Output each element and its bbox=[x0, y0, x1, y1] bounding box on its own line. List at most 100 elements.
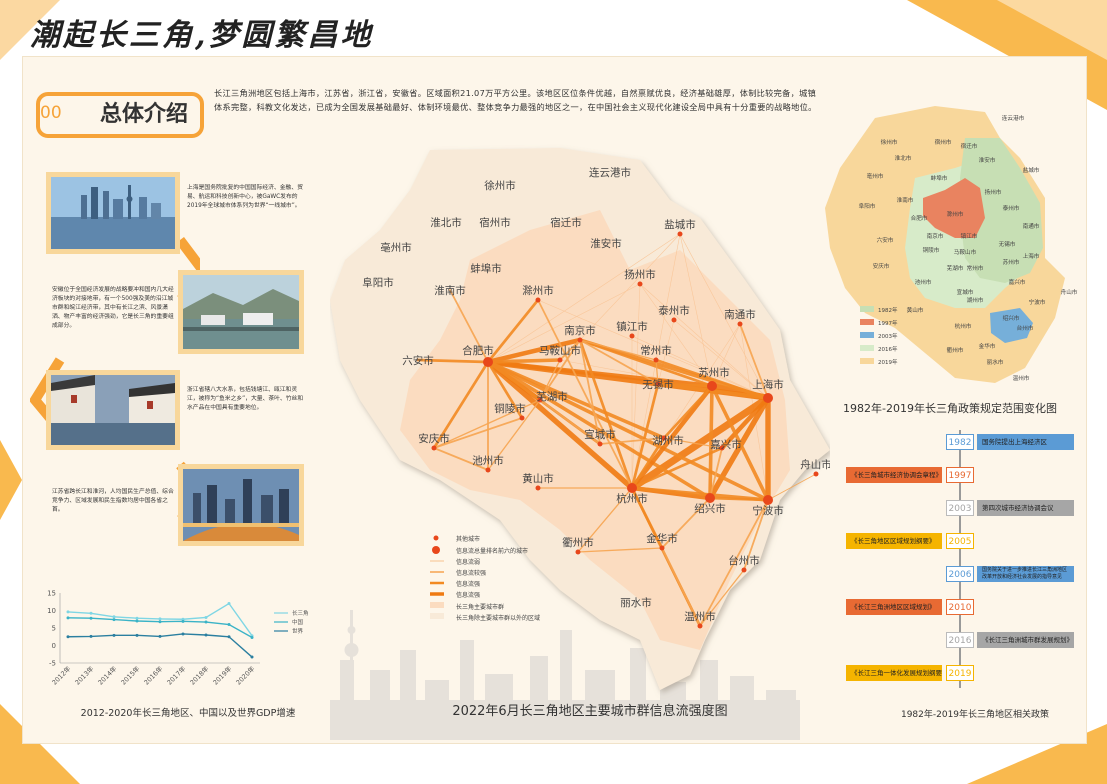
city-label: 杭州市 bbox=[616, 492, 648, 505]
mini-map-city-label: 温州市 bbox=[1013, 374, 1030, 382]
timeline-policy: 《长江三角洲城市群发展规划》 bbox=[977, 632, 1074, 648]
mini-map-city-label: 合肥市 bbox=[911, 214, 928, 222]
series-point bbox=[250, 635, 254, 639]
flow-line bbox=[486, 358, 562, 364]
city-label: 芜湖市 bbox=[536, 390, 568, 403]
series-point bbox=[135, 619, 139, 623]
city-label: 金华市 bbox=[646, 532, 678, 545]
card-caption-zhejiang: 浙江省辖八大水系，包括钱塘江、瓯江和灵江，被称为“鱼米之乡”，大量、茶叶、竹丝和… bbox=[187, 387, 304, 411]
photo-card-zhejiang bbox=[46, 370, 180, 450]
city-dot bbox=[485, 467, 491, 473]
city-dot bbox=[705, 493, 715, 503]
mini-map-city-label: 嘉兴市 bbox=[1009, 278, 1026, 286]
corner-decoration-left-mid bbox=[0, 440, 22, 520]
city-label: 盐城市 bbox=[664, 218, 696, 231]
photo-card-jiangsu bbox=[178, 464, 304, 546]
mini-map-city-label: 宿州市 bbox=[935, 138, 952, 146]
mini-map-city-label: 南通市 bbox=[1023, 222, 1040, 230]
series-point bbox=[89, 616, 93, 620]
timeline-policy: 国务院关于进一步推进长江三角洲地区改革开放和经济社会发展的指导意见 bbox=[977, 566, 1074, 582]
city-label: 常州市 bbox=[640, 344, 672, 357]
city-label: 马鞍山市 bbox=[539, 344, 581, 357]
city-label: 池州市 bbox=[472, 454, 504, 467]
timeline-year: 2016 bbox=[946, 632, 974, 648]
city-label: 徐州市 bbox=[484, 179, 516, 192]
series-point bbox=[181, 632, 185, 636]
city-dot bbox=[629, 333, 635, 339]
city-dot bbox=[671, 317, 677, 323]
mini-map-city-label: 徐州市 bbox=[881, 138, 898, 146]
legend-top-six: 信息流总量排名前六的城市 bbox=[456, 548, 529, 555]
city-dot bbox=[707, 381, 717, 391]
city-label: 湖州市 bbox=[652, 434, 684, 447]
city-dot bbox=[519, 415, 525, 421]
timeline-policy: 《长三角地区区域规划纲要》 bbox=[846, 533, 942, 549]
mini-map-city-label: 池州市 bbox=[915, 278, 932, 286]
x-tick-label: 2019年 bbox=[211, 664, 234, 687]
mini-map-city-label: 滁州市 bbox=[947, 210, 964, 218]
city-dot bbox=[763, 495, 773, 505]
legend-outer-region: 长三角除主要城市群以外的区域 bbox=[456, 615, 541, 622]
city-label: 温州市 bbox=[684, 610, 716, 623]
policy-range-map: 连云港市宿州市 徐州市淮北市亳州市阜阳市 淮南市 蚌埠市滁州市合肥市六安市安庆市池州市… bbox=[825, 106, 1078, 383]
mini-map-city-label: 六安市 bbox=[877, 236, 894, 244]
mini-map-city-label: 亳州市 bbox=[867, 172, 884, 180]
city-label: 淮北市 bbox=[430, 216, 462, 229]
map-title: 2022年6月长三角地区主要城市群信息流强度图 bbox=[452, 704, 728, 719]
city-label: 宿迁市 bbox=[550, 216, 582, 229]
series-point bbox=[112, 615, 116, 619]
city-label: 台州市 bbox=[728, 554, 760, 567]
legend-swatch-2003 bbox=[860, 332, 874, 338]
city-label: 无锡市 bbox=[642, 378, 674, 391]
legend-label-1982: 1982年 bbox=[878, 308, 898, 314]
mini-map-city-label: 盐城市 bbox=[1023, 166, 1040, 174]
series-point bbox=[204, 633, 208, 637]
city-dot bbox=[577, 337, 583, 343]
mini-map-city-label: 连云港市 bbox=[1002, 114, 1025, 122]
legend-flow-strong: 信息流强 bbox=[456, 581, 481, 588]
mini-map-city-label: 阜阳市 bbox=[859, 202, 876, 210]
city-dot bbox=[637, 281, 643, 287]
city-dot bbox=[653, 357, 659, 363]
series-point bbox=[89, 634, 93, 638]
card-caption-shanghai: 上海是国务院批复的中国国际经济、金融、贸易、航运和科技创新中心，被GaWC发布的… bbox=[187, 185, 303, 209]
city-label: 宿州市 bbox=[479, 216, 511, 229]
mini-map-city-label: 上海市 bbox=[1023, 252, 1040, 260]
timeline-policy: 《长江三角一体化发展规划纲要》 bbox=[846, 665, 942, 681]
series-point bbox=[158, 617, 162, 621]
series-point bbox=[89, 611, 93, 615]
city-label: 南京市 bbox=[564, 324, 596, 337]
mini-map-city-label: 镇江市 bbox=[961, 232, 978, 240]
x-tick-label: 2018年 bbox=[188, 664, 211, 687]
legend-label-2003: 2003年 bbox=[878, 334, 898, 340]
mini-map-city-label: 杭州市 bbox=[955, 322, 972, 330]
city-label: 南通市 bbox=[724, 308, 756, 321]
city-dot bbox=[737, 321, 743, 327]
timeline-policy: 国务院提出上海经济区 bbox=[977, 434, 1074, 450]
series-point bbox=[158, 620, 162, 624]
mini-map-city-label: 无锡市 bbox=[999, 240, 1016, 248]
mini-map-city-label: 台州市 bbox=[1017, 324, 1034, 332]
card-caption-anhui: 安徽位于全国经济发展的战略要冲和国内几大经济板块的对接地带，有一个500强及美的… bbox=[52, 287, 174, 329]
city-label: 连云港市 bbox=[589, 166, 631, 179]
series-point bbox=[112, 633, 116, 637]
city-dot bbox=[627, 483, 637, 493]
legend-other-cities: 其他城市 bbox=[456, 536, 481, 543]
map-legend: 其他城市 信息流总量排名前六的城市 信息流弱 信息流较强 信息流强 信息流强 长… bbox=[428, 534, 588, 624]
y-tick-label: 5 bbox=[52, 625, 56, 633]
city-dot bbox=[813, 471, 819, 477]
legend-flow-medium: 信息流较强 bbox=[456, 570, 487, 577]
legend-core-region: 长三角主要城市群 bbox=[456, 604, 505, 611]
timeline-year: 1982 bbox=[946, 434, 974, 450]
series-point bbox=[135, 616, 139, 620]
mini-map-city-label: 淮南市 bbox=[897, 196, 914, 204]
city-label: 苏州市 bbox=[698, 366, 730, 379]
legend-symbols bbox=[430, 535, 444, 619]
x-tick-label: 2013年 bbox=[73, 664, 96, 687]
series-point bbox=[227, 635, 231, 639]
legend-flow-strongest: 信息流强 bbox=[456, 592, 481, 599]
city-dot bbox=[677, 231, 683, 237]
mini-map-city-label: 安庆市 bbox=[873, 262, 890, 270]
mini-map-legend: 1982年 1997年 2003年 2016年 2019年 bbox=[860, 306, 920, 372]
x-tick-label: 2017年 bbox=[165, 664, 188, 687]
